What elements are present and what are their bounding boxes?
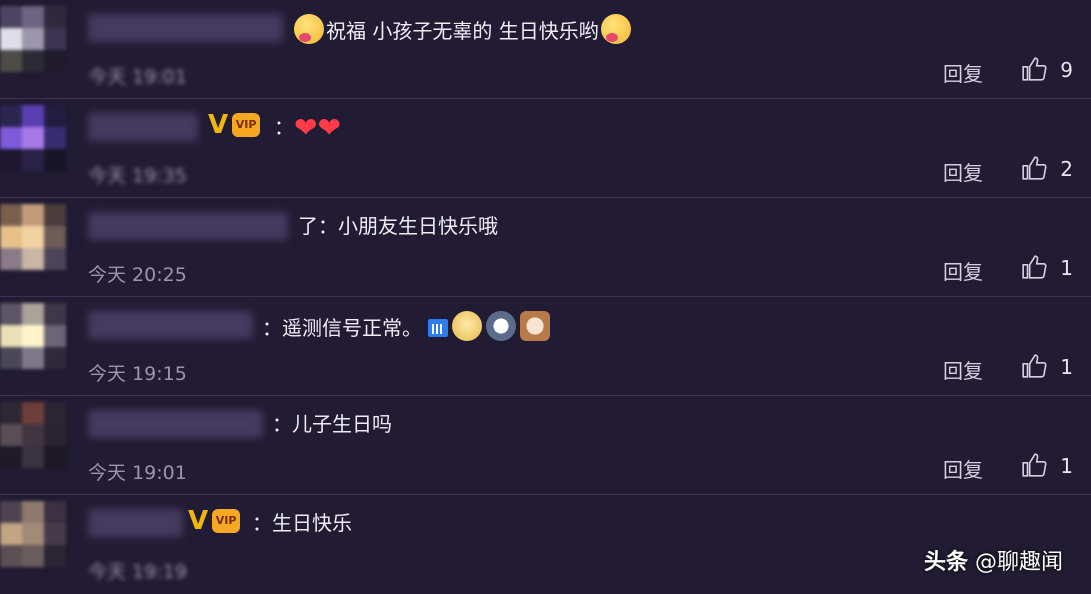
avatar[interactable]: [0, 204, 66, 270]
avatar[interactable]: [0, 501, 66, 567]
comment-item: ：遥测信号正常。 今天 19:15 回复 1: [0, 297, 1091, 396]
avatar[interactable]: [0, 6, 66, 72]
thumbs-up-icon[interactable]: [1021, 353, 1047, 379]
cat-emoji-icon: [520, 311, 550, 341]
like-count: 1: [1060, 355, 1073, 379]
avatar[interactable]: [0, 105, 66, 171]
emoji-icon: [294, 14, 324, 44]
like-count: 9: [1060, 58, 1073, 82]
vip-badge: V: [208, 110, 229, 140]
signal-icon: [428, 319, 448, 337]
comment-time: 今天 20:25: [88, 264, 187, 286]
comment-item: V VIP ：❤❤ 今天 19:35 回复 2: [0, 99, 1091, 198]
reply-button[interactable]: 回复: [943, 58, 983, 87]
comment-text: ：遥测信号正常。: [262, 311, 550, 342]
avatar[interactable]: [0, 303, 66, 369]
like-count: 2: [1060, 157, 1073, 181]
comment-time: 今天 19:01: [88, 462, 187, 484]
comment-time: 今天 19:35: [88, 165, 187, 187]
username[interactable]: [88, 113, 198, 141]
comment-item: 了：小朋友生日快乐哦 今天 20:25 回复 1: [0, 198, 1091, 297]
username[interactable]: [88, 311, 253, 339]
comment-item: 祝福 小孩子无辜的 生日快乐哟 今天 19:01 回复 9: [0, 0, 1091, 99]
thumbs-up-icon[interactable]: [1021, 56, 1047, 82]
dog-emoji-icon: [452, 311, 482, 341]
comment-text: 了：小朋友生日快乐哦: [298, 214, 498, 238]
emoji-icon: [600, 14, 631, 44]
watermark-account: @聊趣闻: [974, 550, 1063, 575]
comment-time: 今天 19:15: [88, 363, 187, 385]
like-count: 1: [1060, 256, 1073, 280]
avatar[interactable]: [0, 402, 66, 468]
reply-button[interactable]: 回复: [943, 256, 983, 285]
reply-button[interactable]: 回复: [943, 454, 983, 483]
thumbs-up-icon[interactable]: [1021, 452, 1047, 478]
comment-text: ：生日快乐: [252, 511, 352, 535]
crown-badge: VIP: [232, 113, 261, 137]
comment-time: 今天 19:01: [88, 66, 187, 88]
reply-button[interactable]: 回复: [943, 157, 983, 186]
comment-text: ：❤❤: [274, 111, 341, 144]
husky-emoji-icon: [486, 311, 516, 341]
comment-time: 今天 19:19: [88, 561, 187, 583]
reply-button[interactable]: 回复: [943, 355, 983, 384]
heart-icon: ❤❤: [294, 111, 341, 144]
username[interactable]: [88, 410, 263, 438]
comment-text: ：儿子生日吗: [272, 412, 392, 436]
vip-badge: V: [188, 506, 209, 536]
username[interactable]: [88, 509, 183, 537]
watermark-brand: 头条: [923, 550, 968, 575]
comment-text: 祝福 小孩子无辜的 生日快乐哟: [292, 14, 633, 45]
comment-item: ：儿子生日吗 今天 19:01 回复 1: [0, 396, 1091, 495]
watermark: 头条 @聊趣闻: [924, 544, 1063, 576]
thumbs-up-icon[interactable]: [1021, 254, 1047, 280]
crown-badge: VIP: [212, 509, 241, 533]
username[interactable]: [88, 212, 288, 240]
like-count: 1: [1060, 454, 1073, 478]
thumbs-up-icon[interactable]: [1021, 155, 1047, 181]
username[interactable]: [88, 14, 283, 42]
